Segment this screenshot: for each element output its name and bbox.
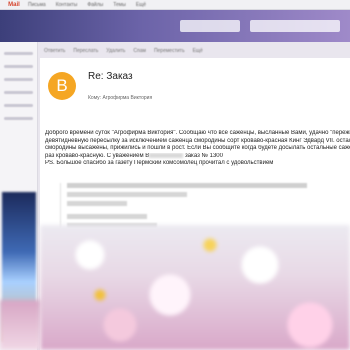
spam-button[interactable]: Спам bbox=[133, 48, 146, 54]
nav-item-files[interactable]: Файлы bbox=[87, 2, 103, 8]
header-banner bbox=[0, 10, 350, 42]
redacted-name bbox=[149, 152, 184, 158]
body-line: Доброго времени суток "Агрофирма Виктори… bbox=[45, 130, 350, 136]
sidebar-item[interactable] bbox=[4, 104, 33, 107]
mail-logo[interactable]: Mail bbox=[0, 0, 28, 10]
body-line: раз кроваво-красную. С уважением В bbox=[45, 152, 150, 159]
sidebar-item[interactable] bbox=[4, 52, 33, 55]
sender-avatar: B bbox=[48, 72, 76, 100]
forward-button[interactable]: Переслать bbox=[73, 48, 98, 54]
more-button[interactable]: Ещё bbox=[193, 48, 203, 54]
message-subject: Re: Заказ bbox=[88, 71, 133, 82]
flower-background-left bbox=[0, 300, 40, 350]
message-toolbar: Ответить Переслать Удалить Спам Перемест… bbox=[40, 46, 350, 56]
body-line: PS. Большое спасибо за газету Пермский к… bbox=[45, 160, 274, 167]
mail-client: Mail Письма Контакты Файлы Темы Ещё Отве… bbox=[0, 0, 350, 350]
nav-item-letters[interactable]: Письма bbox=[28, 2, 46, 8]
top-nav-bar: Mail Письма Контакты Файлы Темы Ещё bbox=[0, 0, 350, 10]
header-search-box[interactable] bbox=[180, 20, 240, 32]
quoted-previous-message bbox=[60, 183, 330, 228]
flower-background-image bbox=[40, 225, 350, 350]
reply-button[interactable]: Ответить bbox=[44, 48, 65, 54]
nav-item-contacts[interactable]: Контакты bbox=[56, 2, 78, 8]
move-button[interactable]: Переместить bbox=[154, 48, 185, 54]
delete-button[interactable]: Удалить bbox=[106, 48, 125, 54]
nav-item-more[interactable]: Ещё bbox=[136, 2, 146, 8]
recipient-line: Кому: Агрофирма Виктория bbox=[88, 95, 153, 101]
body-line: смородины высажены, прижились и пошли в … bbox=[45, 145, 350, 152]
body-line-signature: раз кроваво-красную. С уважением В заказ… bbox=[45, 152, 350, 161]
body-line: девятидневную пересылку за исключением с… bbox=[45, 137, 350, 144]
sidebar-item[interactable] bbox=[4, 91, 33, 94]
message-body: Доброго времени суток "Агрофирма Виктори… bbox=[45, 130, 350, 168]
sidebar-item[interactable] bbox=[4, 117, 33, 120]
sidebar-item[interactable] bbox=[4, 65, 33, 68]
header-user-box[interactable] bbox=[250, 20, 340, 32]
sender-address[interactable] bbox=[88, 86, 198, 92]
nav-item-themes[interactable]: Темы bbox=[113, 2, 126, 8]
sidebar-item[interactable] bbox=[4, 78, 33, 81]
order-number: заказ № 1300 bbox=[184, 152, 223, 159]
